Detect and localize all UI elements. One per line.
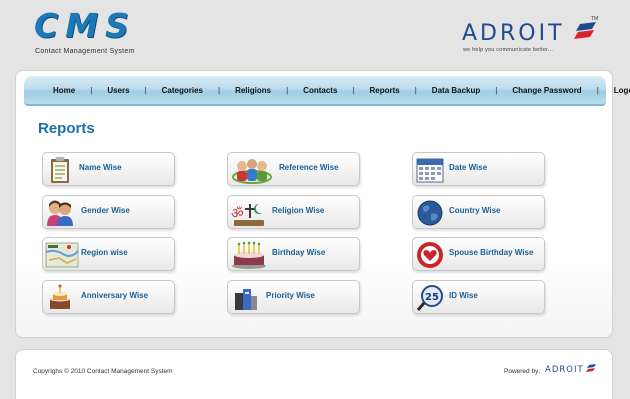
nav-contacts[interactable]: Contacts <box>303 86 337 95</box>
cms-tagline: Contact Management System <box>35 48 135 55</box>
nav-separator: | <box>286 85 289 95</box>
priority-books-icon <box>235 289 257 310</box>
nav-religions[interactable]: Religions <box>235 86 271 95</box>
religion-symbols-icon: ॐ <box>231 204 264 226</box>
nav-separator: | <box>596 85 599 95</box>
nav-separator: | <box>352 85 355 95</box>
svg-text:ॐ: ॐ <box>231 206 244 222</box>
report-tile-priority-wise[interactable]: Priority Wise <box>227 280 360 314</box>
copyright-text: Copyrighs © 2010 Contact Management Syst… <box>33 368 173 375</box>
adroit-wordmark: ADROIT <box>462 21 565 46</box>
nav-categories[interactable]: Categories <box>162 86 203 95</box>
people-group-icon <box>232 159 272 184</box>
report-tile-label: Name Wise <box>79 163 122 172</box>
report-tile-id-wise[interactable]: 25 ID Wise <box>412 280 545 314</box>
report-tile-label: Country Wise <box>449 206 501 215</box>
globe-icon <box>417 200 443 226</box>
nav-reports[interactable]: Reports <box>369 86 399 95</box>
anniversary-cake-icon <box>50 284 70 309</box>
footer: Copyrighs © 2010 Contact Management Syst… <box>15 349 613 399</box>
nav-change-password[interactable]: Change Password <box>512 86 581 95</box>
report-tile-reference-wise[interactable]: Reference Wise <box>227 152 360 186</box>
svg-text:25: 25 <box>425 292 439 303</box>
report-tile-spouse-birthday-wise[interactable]: Spouse Birthday Wise <box>412 237 545 271</box>
id-magnifier-icon: 25 <box>416 285 443 311</box>
report-tile-gender-wise[interactable]: Gender Wise <box>42 195 175 229</box>
nav-separator: | <box>90 85 93 95</box>
cms-logo[interactable]: CMS <box>34 6 136 45</box>
report-tile-region-wise[interactable]: Region wise <box>42 237 175 271</box>
navbar: Home | Users | Categories | Religions | … <box>24 76 630 106</box>
report-tile-country-wise[interactable]: Country Wise <box>412 195 545 229</box>
map-icon <box>45 242 79 268</box>
report-tile-label: Date Wise <box>449 163 488 172</box>
calendar-icon <box>416 158 444 183</box>
report-tile-label: Spouse Birthday Wise <box>449 248 534 257</box>
nav-users[interactable]: Users <box>107 86 129 95</box>
report-tile-birthday-wise[interactable]: Birthday Wise <box>227 237 360 271</box>
report-tile-label: Priority Wise <box>266 291 315 300</box>
adroit-tagline: we help you communicate better... <box>463 47 554 53</box>
nav-home[interactable]: Home <box>53 86 75 95</box>
nav-separator: | <box>414 85 417 95</box>
report-tile-label: Anniversary Wise <box>81 291 149 300</box>
page-title: Reports <box>38 120 95 137</box>
nav-logout[interactable]: Logout <box>614 86 630 95</box>
powered-by-label: Powered by: <box>504 368 541 375</box>
report-tile-label: Birthday Wise <box>272 248 326 257</box>
male-female-icon <box>47 200 73 226</box>
header: CMS Contact Management System ADROIT TM … <box>0 0 630 68</box>
report-tile-anniversary-wise[interactable]: Anniversary Wise <box>42 280 175 314</box>
adroit-flag-icon <box>574 22 596 39</box>
report-tile-label: Religion Wise <box>272 206 325 215</box>
nav-separator: | <box>495 85 498 95</box>
report-tile-label: Region wise <box>81 248 128 257</box>
report-tile-date-wise[interactable]: Date Wise <box>412 152 545 186</box>
nav-separator: | <box>144 85 147 95</box>
report-tile-label: Gender Wise <box>81 206 130 215</box>
report-tile-name-wise[interactable]: Name Wise <box>42 152 175 186</box>
heart-couple-icon <box>417 242 443 268</box>
report-tile-label: ID Wise <box>449 291 478 300</box>
clipboard-icon <box>51 157 69 183</box>
main-panel: Home | Users | Categories | Religions | … <box>15 70 630 338</box>
report-tile-religion-wise[interactable]: ॐ Religion Wise <box>227 195 360 229</box>
nav-separator: | <box>218 85 221 95</box>
adroit-logo: ADROIT TM we help you communicate better… <box>462 16 602 58</box>
nav-data-backup[interactable]: Data Backup <box>432 86 480 95</box>
footer-adroit-logo[interactable]: ADROIT <box>545 365 584 375</box>
report-tile-label: Reference Wise <box>279 163 339 172</box>
footer-adroit-flag-icon <box>586 364 596 372</box>
birthday-cake-icon <box>232 241 266 269</box>
